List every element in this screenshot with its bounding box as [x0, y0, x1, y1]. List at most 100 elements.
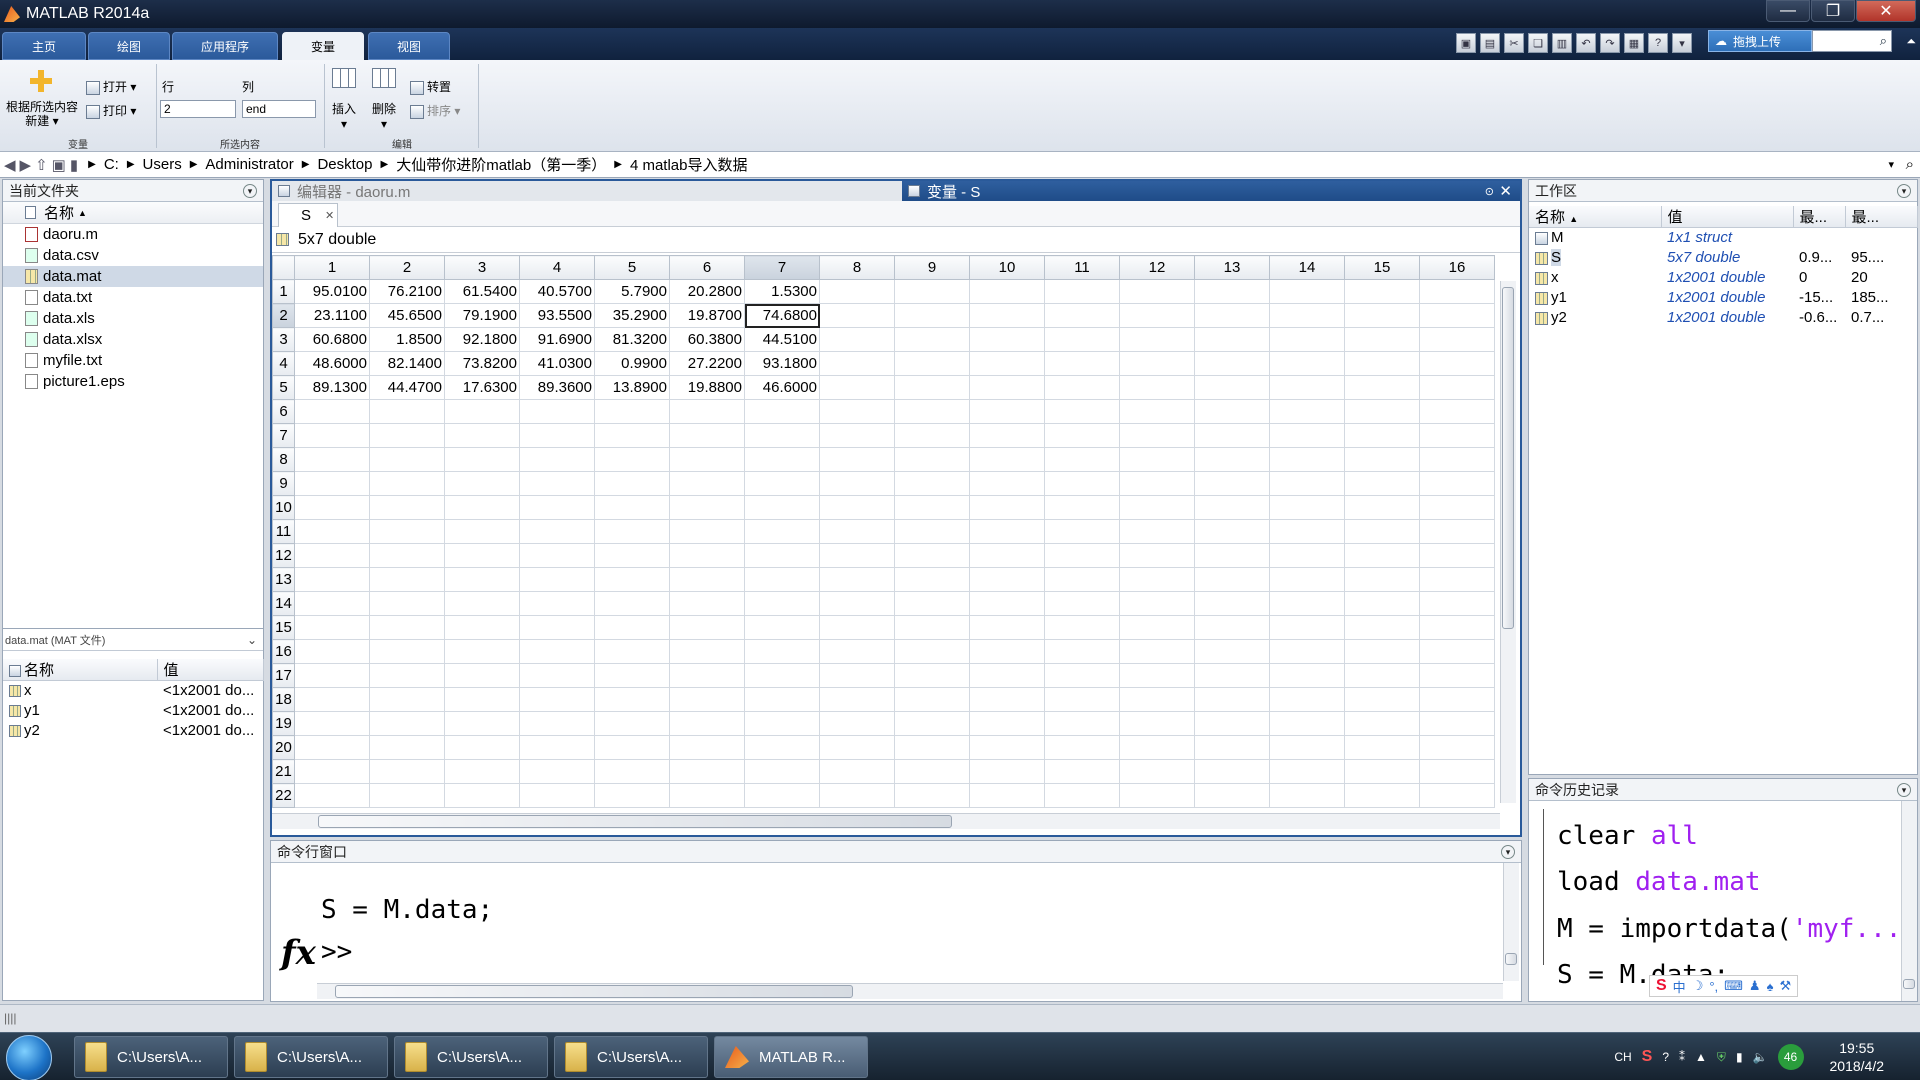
grid-cell[interactable]: [1344, 615, 1420, 640]
grid-cell[interactable]: [969, 663, 1045, 688]
grid-cell[interactable]: [669, 639, 745, 664]
back-icon[interactable]: ◀: [4, 156, 16, 174]
grid-cell[interactable]: [519, 711, 595, 736]
grid-cell[interactable]: [1044, 447, 1120, 472]
grid-cell[interactable]: [894, 663, 970, 688]
grid-cell[interactable]: [969, 543, 1045, 568]
grid-cell[interactable]: [1419, 471, 1495, 496]
grid-cell[interactable]: [1119, 735, 1195, 760]
grid-cell[interactable]: [1194, 759, 1270, 784]
grid-cell[interactable]: [1119, 567, 1195, 592]
print-button[interactable]: 打印 ▾: [86, 102, 136, 119]
grid-cell[interactable]: [594, 495, 670, 520]
grid-cell[interactable]: 19.8800: [669, 375, 745, 400]
scrollbar-thumb[interactable]: [1505, 953, 1517, 965]
documentation-search-input[interactable]: ⌕: [1812, 30, 1892, 52]
grid-cell[interactable]: [594, 543, 670, 568]
grid-cell[interactable]: [894, 591, 970, 616]
grid-cell[interactable]: [1119, 687, 1195, 712]
grid-cell[interactable]: [744, 711, 820, 736]
grid-cell[interactable]: [1419, 759, 1495, 784]
grid-cell[interactable]: [1044, 663, 1120, 688]
column-header[interactable]: 7: [744, 255, 820, 280]
grid-cell[interactable]: 89.3600: [519, 375, 595, 400]
table-row[interactable]: x <1x2001 do...: [3, 681, 263, 701]
grid-cell[interactable]: [1269, 327, 1345, 352]
grid-cell[interactable]: [1419, 711, 1495, 736]
grid-cell[interactable]: [1419, 495, 1495, 520]
table-row[interactable]: S 5x7 double 0.9... 95....: [1529, 248, 1917, 268]
transpose-button[interactable]: 转置: [410, 78, 451, 95]
grid-cell[interactable]: 44.5100: [744, 327, 820, 352]
grid-cell[interactable]: [894, 759, 970, 784]
grid-cell[interactable]: [519, 567, 595, 592]
grid-cell[interactable]: [819, 279, 895, 304]
grid-cell[interactable]: [819, 567, 895, 592]
new-from-selection-button[interactable]: 根据所选内容 新建 ▾: [6, 100, 78, 128]
grid-cell[interactable]: [519, 663, 595, 688]
grid-cell[interactable]: [1269, 759, 1345, 784]
grid-cell[interactable]: [744, 591, 820, 616]
row-header[interactable]: 14: [272, 591, 295, 616]
grid-cell[interactable]: [1269, 663, 1345, 688]
grid-cell[interactable]: [1194, 303, 1270, 328]
grid-cell[interactable]: [894, 279, 970, 304]
power-icon[interactable]: ▮: [1736, 1050, 1743, 1064]
grid-cell[interactable]: [519, 471, 595, 496]
workspace-max-header[interactable]: 最...: [1845, 206, 1918, 228]
grid-cell[interactable]: [969, 351, 1045, 376]
grid-cell[interactable]: [894, 327, 970, 352]
grid-cell[interactable]: 93.5500: [519, 303, 595, 328]
dropdown-icon[interactable]: ▾: [1672, 33, 1692, 53]
grid-cell[interactable]: [1194, 615, 1270, 640]
grid-cell[interactable]: [294, 399, 370, 424]
grid-cell[interactable]: [294, 423, 370, 448]
grid-cell[interactable]: [444, 687, 520, 712]
grid-cell[interactable]: [1419, 399, 1495, 424]
grid-cell[interactable]: [1344, 711, 1420, 736]
up-folder-icon[interactable]: ⇧: [35, 156, 48, 174]
grid-cell[interactable]: [369, 567, 445, 592]
grid-cell[interactable]: [1194, 351, 1270, 376]
grid-cell[interactable]: [1119, 399, 1195, 424]
grid-cell[interactable]: [369, 735, 445, 760]
grid-cell[interactable]: [744, 399, 820, 424]
grid-cell[interactable]: [1044, 543, 1120, 568]
grid-cell[interactable]: [594, 471, 670, 496]
grid-cell[interactable]: [669, 759, 745, 784]
grid-cell[interactable]: [969, 735, 1045, 760]
grid-cell[interactable]: [294, 543, 370, 568]
grid-cell[interactable]: [1344, 351, 1420, 376]
grid-cell[interactable]: [1419, 615, 1495, 640]
grid-cell[interactable]: [1344, 423, 1420, 448]
file-item-data-txt[interactable]: data.txt: [3, 287, 263, 308]
grid-cell[interactable]: [369, 471, 445, 496]
grid-cell[interactable]: [669, 399, 745, 424]
scrollbar-thumb[interactable]: [1903, 979, 1915, 989]
grid-cell[interactable]: [1344, 399, 1420, 424]
grid-cell[interactable]: [369, 447, 445, 472]
grid-cell[interactable]: [669, 495, 745, 520]
column-header[interactable]: 15: [1344, 255, 1420, 280]
grid-cell[interactable]: [819, 735, 895, 760]
grid-cell[interactable]: [444, 711, 520, 736]
grid-cell[interactable]: 61.5400: [444, 279, 520, 304]
grid-cell[interactable]: [1044, 279, 1120, 304]
grid-cell[interactable]: [894, 303, 970, 328]
grid-cell[interactable]: [369, 423, 445, 448]
help-icon[interactable]: ?: [1648, 33, 1668, 53]
workspace-value-header[interactable]: 值: [1661, 206, 1794, 228]
variables-doc-tab[interactable]: 变量 - S ⊙ ✕: [902, 181, 1520, 201]
grid-cell[interactable]: [1269, 567, 1345, 592]
grid-cell[interactable]: [969, 711, 1045, 736]
row-header[interactable]: 17: [272, 663, 295, 688]
grid-cell[interactable]: [1419, 687, 1495, 712]
workspace-min-header[interactable]: 最...: [1793, 206, 1846, 228]
table-row[interactable]: y2 <1x2001 do...: [3, 721, 263, 741]
grid-cell[interactable]: [444, 495, 520, 520]
grid-cell[interactable]: [1344, 495, 1420, 520]
grid-cell[interactable]: [444, 567, 520, 592]
grid-cell[interactable]: [819, 351, 895, 376]
grid-cell[interactable]: [444, 615, 520, 640]
grid-cell[interactable]: [1269, 423, 1345, 448]
